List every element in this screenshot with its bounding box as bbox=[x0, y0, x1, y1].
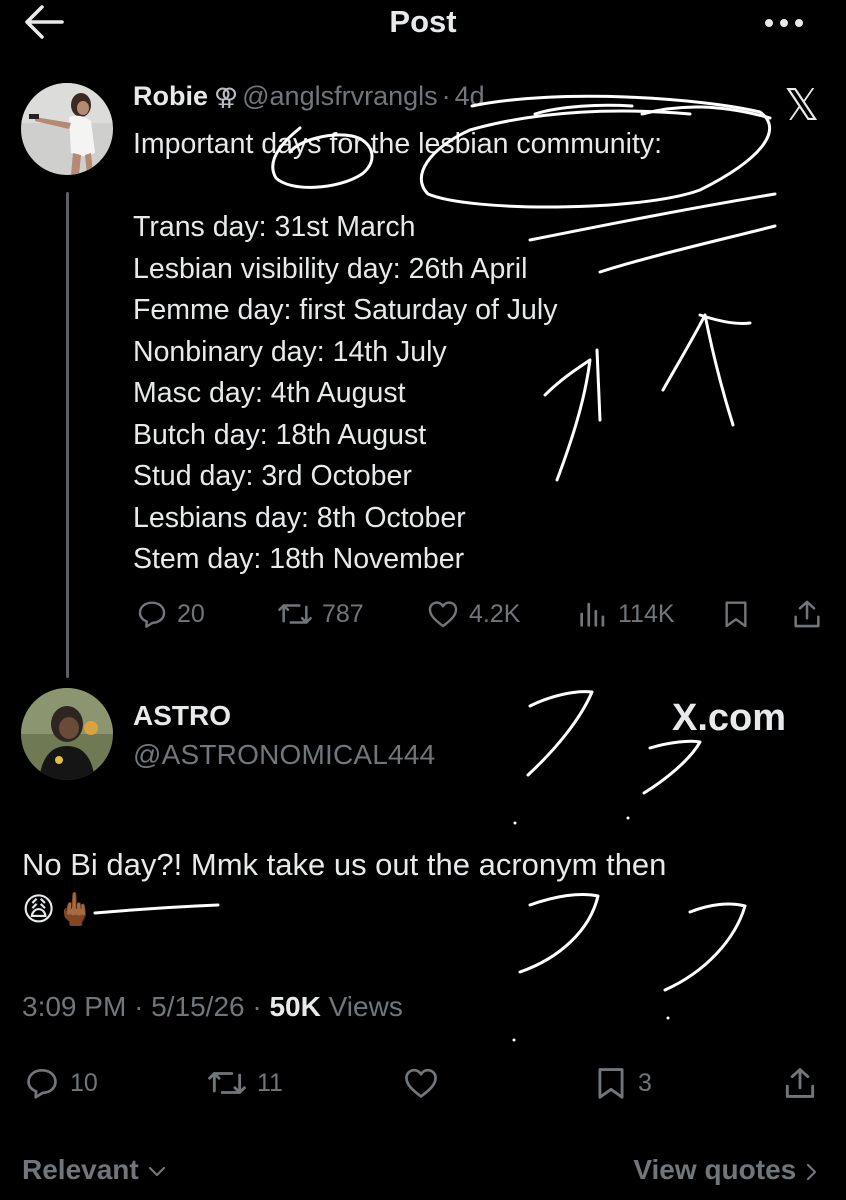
post-time: 3:09 PM bbox=[22, 991, 127, 1022]
chevron-right-icon bbox=[806, 1163, 817, 1180]
page-title: Post bbox=[389, 4, 457, 39]
seven-scribble bbox=[663, 902, 747, 992]
post-age: 4d bbox=[454, 81, 485, 111]
like-button[interactable] bbox=[400, 1064, 442, 1102]
chevron-down-icon bbox=[148, 1166, 165, 1176]
bookmark-button[interactable]: 3 bbox=[592, 1064, 652, 1102]
reply-button[interactable]: 20 bbox=[135, 597, 205, 631]
dot-scribble bbox=[512, 1038, 516, 1042]
seven-scribble bbox=[518, 892, 600, 974]
repost-icon bbox=[278, 604, 312, 624]
reply-icon bbox=[27, 1068, 57, 1099]
dot-scribble bbox=[626, 816, 630, 820]
quoted-post-actions: 20 787 4.2K 114K bbox=[0, 595, 846, 635]
view-quotes-label: View quotes bbox=[633, 1154, 797, 1185]
repost-count: 787 bbox=[322, 599, 364, 628]
bookmark-button[interactable] bbox=[720, 597, 752, 631]
author-name[interactable]: ASTRO bbox=[133, 700, 231, 732]
share-button[interactable] bbox=[780, 1064, 820, 1102]
repost-button[interactable]: 11 bbox=[205, 1064, 283, 1102]
view-quotes-link[interactable]: View quotes bbox=[633, 1154, 820, 1186]
post-text-line: Trans day: 31st March bbox=[133, 211, 416, 243]
top-bar: Post bbox=[0, 0, 846, 48]
share-icon bbox=[785, 1068, 815, 1098]
more-horizontal-icon bbox=[765, 19, 803, 27]
post-text-line: Masc day: 4th August bbox=[133, 377, 406, 409]
post-text-line: Femme day: first Saturday of July bbox=[133, 294, 558, 326]
analytics-icon bbox=[580, 602, 605, 627]
repost-icon bbox=[208, 1072, 246, 1094]
post-text-line: Lesbians day: 8th October bbox=[133, 501, 466, 534]
post-text-line: Stud day: 3rd October bbox=[133, 460, 412, 492]
seven-scribble bbox=[526, 690, 594, 777]
avatar[interactable] bbox=[21, 688, 113, 780]
meta-separator: · bbox=[252, 991, 262, 1022]
bookmark-count: 3 bbox=[638, 1068, 652, 1097]
more-button[interactable] bbox=[762, 8, 806, 38]
views-count[interactable]: 50K bbox=[269, 991, 320, 1022]
view-count: 114K bbox=[618, 599, 675, 628]
post-text-line: Important days for the lesbian community… bbox=[133, 128, 663, 160]
share-button[interactable] bbox=[790, 597, 824, 631]
quoted-post-header: Robie ⚢ @anglsfrvrangls · 4d bbox=[133, 81, 485, 112]
underline-scribble bbox=[93, 903, 220, 915]
avatar-photo bbox=[21, 688, 113, 780]
repost-count: 11 bbox=[257, 1068, 283, 1097]
heart-icon bbox=[428, 601, 458, 628]
bookmark-icon bbox=[725, 601, 747, 628]
post-text-line bbox=[133, 166, 793, 208]
post-text-line: Stem day: 18th November bbox=[133, 543, 465, 575]
author-handle[interactable]: @ASTRONOMICAL444 bbox=[133, 739, 435, 771]
avatar[interactable] bbox=[21, 83, 113, 175]
quoted-post-text: Important days for the lesbian community… bbox=[133, 124, 793, 581]
post-text-line: Lesbian visibility day: 26th April bbox=[133, 252, 528, 285]
reply-button[interactable]: 10 bbox=[22, 1064, 98, 1102]
bookmark-icon bbox=[598, 1068, 624, 1099]
avatar-photo bbox=[21, 83, 113, 175]
sort-dropdown[interactable]: Relevant bbox=[22, 1154, 167, 1186]
sort-label: Relevant bbox=[22, 1154, 139, 1185]
share-icon bbox=[794, 600, 820, 628]
bottom-bar: Relevant View quotes bbox=[0, 1150, 846, 1194]
views-label: Views bbox=[328, 991, 403, 1022]
author-handle[interactable]: @anglsfrvrangls bbox=[242, 81, 438, 111]
underline-scribble bbox=[533, 103, 634, 116]
underline-scribble bbox=[640, 105, 772, 120]
dot-scribble bbox=[513, 821, 517, 825]
reply-count: 20 bbox=[177, 599, 205, 628]
post-date: 5/15/26 bbox=[151, 991, 245, 1022]
meta-separator: · bbox=[134, 991, 144, 1022]
emoji-text: 😩🖕🏾 bbox=[22, 890, 96, 928]
views-button[interactable]: 114K bbox=[576, 597, 675, 631]
dot-scribble bbox=[666, 1016, 670, 1020]
reply-icon bbox=[138, 601, 166, 628]
repost-button[interactable]: 787 bbox=[276, 597, 364, 631]
heart-icon bbox=[405, 1068, 437, 1098]
like-count: 4.2K bbox=[469, 599, 521, 628]
header-separator: · bbox=[441, 81, 451, 111]
post-text-line: Nonbinary day: 14th July bbox=[133, 335, 447, 368]
gender-symbol: ⚢ bbox=[214, 84, 239, 111]
reply-count: 10 bbox=[70, 1068, 98, 1097]
post-meta: 3:09 PM · 5/15/26 · 50K Views bbox=[22, 991, 403, 1023]
seven-scribble bbox=[642, 739, 702, 795]
watermark-text: X.com bbox=[672, 697, 787, 739]
post-text-line: Butch day: 18th August bbox=[133, 418, 427, 451]
reply-post-actions: 10 11 3 bbox=[0, 1062, 846, 1102]
author-name[interactable]: Robie bbox=[133, 81, 208, 111]
like-button[interactable]: 4.2K bbox=[425, 597, 520, 631]
reply-post-text: No Bi day?! Mmk take us out the acronym … bbox=[22, 847, 667, 882]
